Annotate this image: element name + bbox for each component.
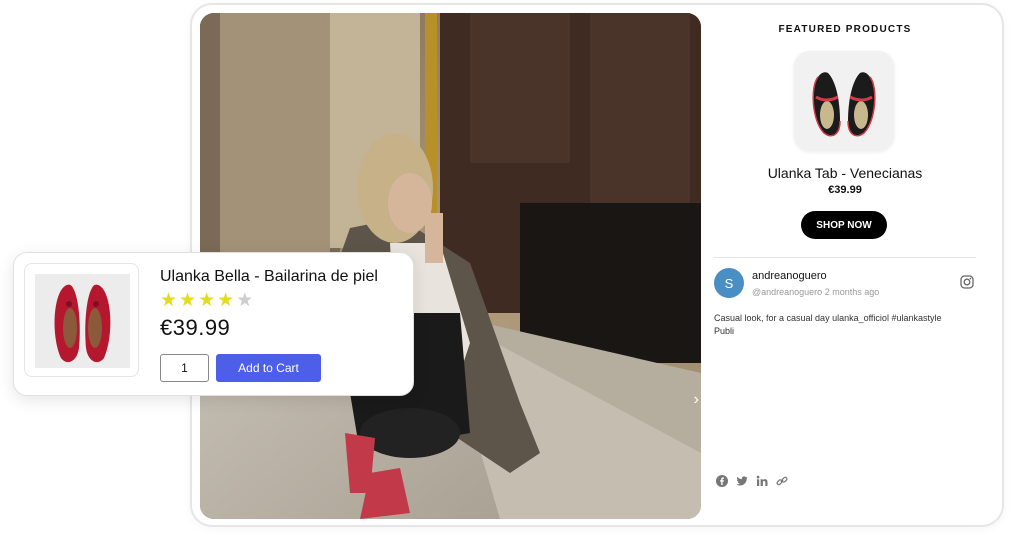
featured-products-heading: FEATURED PRODUCTS [778,24,912,35]
popup-product-title[interactable]: Ulanka Bella - Bailarina de piel [160,268,378,286]
twitter-icon[interactable] [736,475,748,487]
featured-product-name[interactable]: Ulanka Tab - Venecianas [714,165,976,181]
quantity-input[interactable] [160,354,209,382]
star-filled-icon: ★ [160,290,178,311]
facebook-icon[interactable] [716,475,728,487]
mary-jane-shoes-image [794,51,894,151]
shop-now-button[interactable]: SHOP NOW [801,211,887,239]
caption-line: Publi [714,326,735,336]
featured-product-price: €39.99 [828,184,862,196]
linkedin-icon[interactable] [756,475,768,487]
featured-product-image[interactable] [794,51,894,151]
avatar[interactable]: S [714,268,744,298]
post-caption: Casual look, for a casual day ulanka_off… [714,312,976,338]
add-to-cart-button[interactable]: Add to Cart [216,354,321,382]
share-bar [716,475,788,487]
author-name[interactable]: andreanoguero [752,270,827,282]
link-icon[interactable] [776,475,788,487]
popup-product-image[interactable] [24,263,139,377]
next-arrow-icon[interactable]: › [694,391,699,409]
star-filled-icon: ★ [198,290,216,311]
ballet-flats-image [35,274,130,368]
popup-product-price: €39.99 [160,315,231,340]
divider [714,257,976,258]
star-filled-icon: ★ [217,290,235,311]
instagram-icon[interactable] [960,275,974,289]
star-rating: ★ ★ ★ ★ ★ [160,291,253,311]
product-popup: Ulanka Bella - Bailarina de piel ★ ★ ★ ★… [13,252,414,396]
caption-line: Casual look, for a casual day ulanka_off… [714,313,942,323]
star-empty-icon: ★ [236,290,254,311]
star-filled-icon: ★ [179,290,197,311]
featured-sidebar: FEATURED PRODUCTS Ulanka Tab - Veneciana… [714,5,976,525]
author-handle-time: @andreanoguero 2 months ago [752,287,880,297]
